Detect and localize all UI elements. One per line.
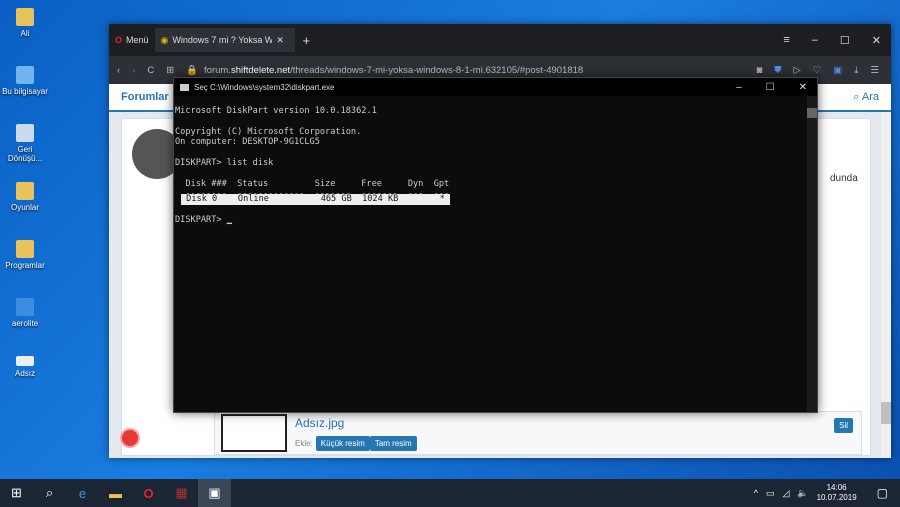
taskbar: ⊞ ⌕ e ▬ O ▦ ▣ ^ ▭ ◿ 🔈 14:06 10.07.2019 ▢ — [0, 479, 900, 507]
console-output: Microsoft DiskPart version 10.0.18362.1 … — [174, 96, 817, 225]
console-maximize-button[interactable]: ☐ — [766, 82, 775, 93]
console-line: Copyright (C) Microsoft Corporation. — [175, 126, 362, 137]
nav-search[interactable]: ⌕ Ara — [853, 91, 879, 104]
attachment-name[interactable]: Adsız.jpg — [295, 416, 344, 430]
flow-icon[interactable]: ▷ — [793, 65, 800, 76]
clock[interactable]: 14:06 10.07.2019 — [817, 483, 857, 503]
volume-icon[interactable]: 🔈 — [797, 488, 808, 499]
folder-icon — [16, 240, 34, 258]
url-domain: shiftdelete.net — [230, 64, 291, 76]
desktop-icon-aerolite[interactable]: aerolite — [2, 298, 48, 328]
forward-button[interactable]: › — [132, 65, 135, 76]
page-scrollbar[interactable] — [881, 112, 891, 458]
icon-label: Adsız — [14, 369, 35, 378]
new-tab-button[interactable]: + — [303, 33, 311, 48]
file-explorer-icon[interactable]: ▬ — [99, 479, 132, 507]
close-tab-icon[interactable]: ✕ — [276, 35, 284, 46]
user-folder-icon — [16, 8, 34, 26]
opera-menu-button[interactable]: O Menü — [109, 28, 155, 52]
console-line: Microsoft DiskPart version 10.0.18362.1 — [175, 106, 377, 116]
search-button[interactable]: ⌕ — [33, 479, 66, 507]
reload-button[interactable]: C — [147, 65, 154, 76]
insert-full-image-button[interactable]: Tam resim — [369, 436, 417, 451]
maximize-button[interactable]: ☐ — [840, 34, 850, 47]
computer-icon — [16, 66, 34, 84]
wifi-icon[interactable]: ◿ — [782, 488, 789, 499]
battery-icon[interactable]: ▭ — [766, 488, 775, 499]
address-bar[interactable]: 🔒 forum.shiftdelete.net/threads/windows-7… — [186, 65, 583, 76]
selected-disk-row[interactable]: Disk 0 Online 465 GB 1024 KB * — [181, 194, 451, 205]
notification-bell-button[interactable] — [120, 428, 140, 448]
browser-tab[interactable]: ◉ Windows 7 mi ? Yoksa Win ✕ — [154, 28, 295, 52]
back-button[interactable]: ‹ — [117, 65, 120, 76]
desktop-icon-adsiz[interactable]: Adsız — [2, 356, 48, 378]
date: 10.07.2019 — [816, 493, 857, 502]
edge-icon[interactable]: e — [66, 479, 99, 507]
console-icon — [180, 83, 189, 91]
console-line: Disk ### Status Size Free Dyn Gpt — [175, 178, 450, 189]
icon-label: Ali — [20, 29, 30, 38]
speed-dial-icon[interactable]: ⊞ — [166, 65, 174, 76]
opera-icon[interactable]: O — [132, 479, 165, 507]
console-minimize-button[interactable]: – — [736, 82, 742, 93]
search-label: Ara — [861, 90, 879, 103]
show-hidden-icons[interactable]: ^ — [754, 488, 758, 498]
console-line: DISKPART> list disk — [175, 158, 274, 169]
insert-label: Ekle: — [295, 439, 313, 448]
desktop-icon-programs[interactable]: Programlar — [2, 240, 48, 270]
url-path: /threads/windows-7-mi-yoksa-windows-8-1-… — [290, 64, 584, 76]
icon-label: Bu bilgisayar — [2, 87, 48, 96]
easy-setup-icon[interactable]: ≡ — [783, 34, 789, 47]
post-text-fragment: dunda — [830, 173, 858, 184]
site-favicon-icon: ◉ — [160, 34, 169, 45]
translate-icon[interactable]: ▣ — [833, 65, 842, 76]
image-file-icon — [16, 356, 34, 366]
recycle-bin-icon — [16, 124, 34, 142]
opera-logo-icon: O — [115, 35, 123, 45]
console-prompt: DISKPART> — [175, 215, 227, 226]
download-icon[interactable]: ⤓ — [854, 65, 858, 76]
attachment-thumbnail[interactable] — [221, 414, 287, 452]
action-center-icon[interactable]: ▢ — [865, 486, 900, 500]
game-app-icon[interactable]: ▦ — [165, 479, 198, 507]
url-prefix: forum. — [204, 64, 231, 76]
console-scrollbar[interactable] — [807, 96, 817, 412]
snapshot-icon[interactable]: ◙ — [757, 65, 763, 76]
tab-title: Windows 7 mi ? Yoksa Win — [172, 35, 273, 45]
menu-label: Menü — [126, 35, 149, 45]
console-line: On computer: DESKTOP-9G1CLG5 — [175, 137, 320, 148]
diskpart-console-window[interactable]: Seç C:\Windows\system32\diskpart.exe – ☐ ✕… — [173, 77, 818, 413]
desktop-icon-games[interactable]: Oyunlar — [2, 182, 48, 212]
diskpart-taskbar-icon[interactable]: ▣ — [198, 479, 231, 507]
lock-icon: 🔒 — [186, 64, 199, 76]
app-icon — [16, 298, 34, 316]
icon-label: Geri Dönüşü... — [7, 145, 43, 163]
delete-attachment-button[interactable]: Sil — [834, 418, 853, 433]
start-button[interactable]: ⊞ — [0, 479, 33, 507]
menu-icon[interactable]: ☰ — [870, 65, 879, 76]
console-close-button[interactable]: ✕ — [799, 82, 807, 93]
desktop-icon-recycle-bin[interactable]: Geri Dönüşü... — [2, 124, 48, 163]
adblock-icon[interactable]: ⛊ — [774, 65, 781, 76]
icon-label: aerolite — [11, 319, 39, 328]
icon-label: Programlar — [5, 261, 45, 270]
console-title: Seç C:\Windows\system32\diskpart.exe — [194, 82, 335, 92]
desktop-icon-ali[interactable]: Ali — [2, 8, 48, 38]
minimize-button[interactable]: – — [812, 34, 818, 47]
close-button[interactable]: ✕ — [872, 34, 881, 47]
folder-icon — [16, 182, 34, 200]
nav-forums[interactable]: Forumlar — [121, 91, 169, 103]
cursor: ▁ — [226, 215, 232, 226]
icon-label: Oyunlar — [10, 203, 39, 212]
time: 14:06 — [826, 483, 847, 492]
desktop-icon-this-pc[interactable]: Bu bilgisayar — [2, 66, 48, 96]
insert-thumbnail-button[interactable]: Küçük resim — [315, 436, 370, 451]
heart-icon[interactable]: ♡ — [813, 65, 822, 76]
